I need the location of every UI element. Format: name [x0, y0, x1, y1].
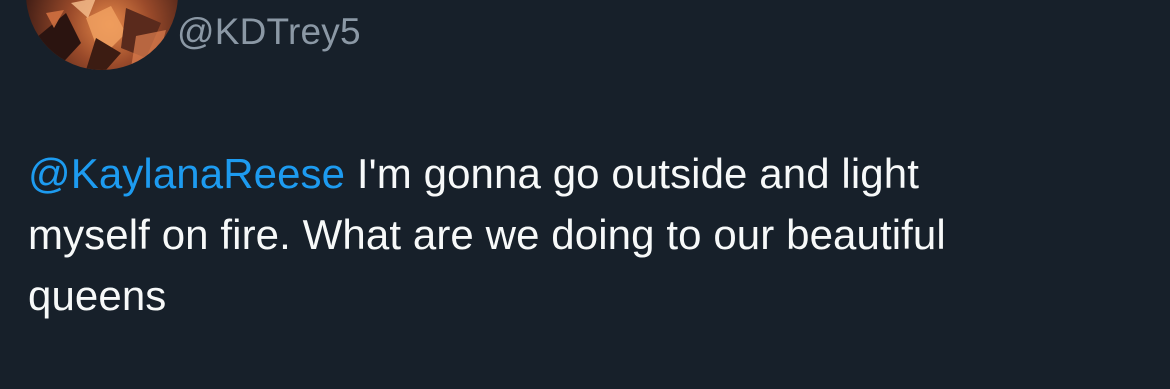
tweet-text-line-3: queens: [28, 272, 167, 319]
avatar[interactable]: [26, 0, 178, 70]
user-handle[interactable]: @KDTrey5: [177, 8, 361, 56]
tweet-text-line-1: I'm gonna go outside and light: [345, 150, 919, 197]
verified-badge-icon: [452, 0, 474, 4]
mention-link[interactable]: @KaylanaReese: [28, 150, 345, 197]
avatar-image: [26, 0, 178, 70]
tweet-card: @KDTrey5 @KaylanaReese I'm gonna go outs…: [0, 0, 1170, 389]
tweet-text: @KaylanaReese I'm gonna go outside and l…: [28, 143, 1128, 326]
tweet-text-line-2: myself on fire. What are we doing to our…: [28, 211, 946, 258]
